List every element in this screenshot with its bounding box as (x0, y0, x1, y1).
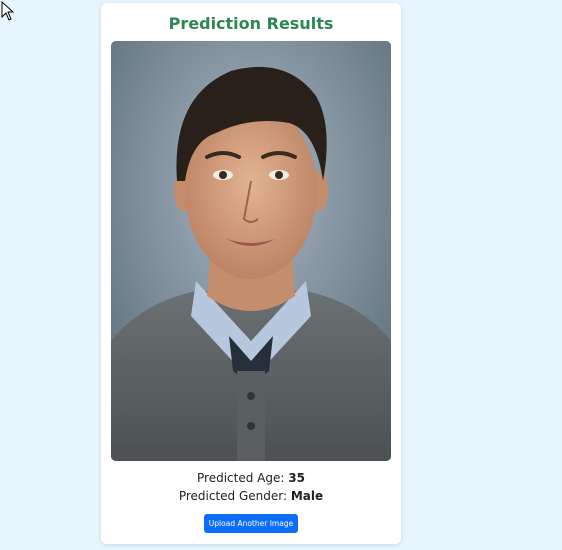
gender-value: Male (290, 489, 324, 503)
page-title: Prediction Results (168, 14, 334, 33)
age-value: 35 (288, 471, 305, 485)
prediction-results: Predicted Age: 35 Predicted Gender: Male (101, 469, 401, 505)
upload-another-image-button[interactable]: Upload Another Image (204, 514, 298, 533)
uploaded-photo (111, 41, 391, 461)
gender-label: Predicted Gender: (178, 489, 288, 503)
predicted-gender: Predicted Gender: Male (101, 487, 401, 505)
prediction-card: Prediction Results Predicted Age: 35 Pre… (101, 3, 401, 544)
predicted-age: Predicted Age: 35 (101, 469, 401, 487)
mouse-cursor-icon (1, 1, 15, 21)
age-label: Predicted Age: (197, 471, 285, 485)
